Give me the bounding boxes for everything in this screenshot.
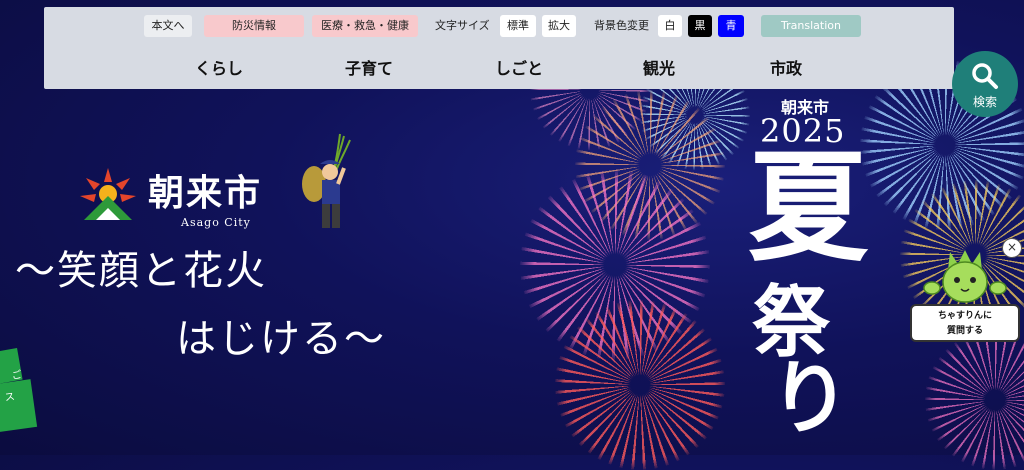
city-name-english: Asago City xyxy=(181,216,251,229)
chat-ask-line2: 質問する xyxy=(946,326,983,336)
side-tab[interactable]: ス xyxy=(0,379,38,433)
nav-item-shisei[interactable]: 市政 xyxy=(741,53,831,85)
firework-decoration xyxy=(520,170,710,360)
search-button[interactable]: 検索 xyxy=(952,51,1018,117)
search-label: 検索 xyxy=(972,95,997,109)
site-header: 本文へ 防災情報 医療・救急・健康 文字サイズ 標準 拡大 背景色変更 白 黒 … xyxy=(44,7,954,89)
font-size-standard-button[interactable]: 標準 xyxy=(500,15,536,37)
font-size-label: 文字サイズ xyxy=(435,19,490,32)
festival-title-ri: り xyxy=(770,351,850,445)
firework-decoration xyxy=(575,90,725,240)
chat-ask-button[interactable]: ちゃすりんに 質問する xyxy=(910,304,1020,342)
firework-decoration xyxy=(925,330,1024,470)
translation-button[interactable]: Translation xyxy=(761,15,861,37)
city-emblem-icon xyxy=(80,168,136,220)
bg-color-label: 背景色変更 xyxy=(594,19,649,32)
utility-toolbar: 本文へ 防災情報 医療・救急・健康 文字サイズ 標準 拡大 背景色変更 白 黒 … xyxy=(44,7,954,41)
bg-white-button[interactable]: 白 xyxy=(658,15,682,37)
slogan-line-2: はじける～ xyxy=(176,316,386,362)
nav-item-kanko[interactable]: 観光 xyxy=(614,53,704,85)
medical-emergency-button[interactable]: 医療・救急・健康 xyxy=(312,15,418,37)
nav-item-kosodate[interactable]: 子育て xyxy=(324,53,414,85)
disaster-info-button[interactable]: 防災情報 xyxy=(204,15,304,37)
chasurin-mascot-icon xyxy=(923,250,1007,303)
nav-item-shigoto[interactable]: しごと xyxy=(474,53,564,85)
farmer-mascot-illustration xyxy=(302,133,351,228)
bg-black-button[interactable]: 黒 xyxy=(688,15,712,37)
font-size-large-button[interactable]: 拡大 xyxy=(542,15,576,37)
bg-blue-button[interactable]: 青 xyxy=(718,15,744,37)
side-tab-label: ス xyxy=(4,391,16,404)
chat-ask-line1: ちゃすりんに xyxy=(937,311,992,321)
skip-to-content-link[interactable]: 本文へ xyxy=(144,15,192,37)
main-nav: くらし 子育て しごと 観光 市政 xyxy=(44,49,954,89)
side-tab[interactable]: ご xyxy=(0,347,23,385)
search-icon xyxy=(972,63,998,89)
slogan-line-1: ～笑顔と花火 xyxy=(15,248,267,294)
firework-decoration xyxy=(555,300,725,470)
nav-item-kurashi[interactable]: くらし xyxy=(174,53,264,85)
festival-title-natsu: 夏 xyxy=(748,137,868,278)
city-name: 朝来市 xyxy=(148,172,263,214)
